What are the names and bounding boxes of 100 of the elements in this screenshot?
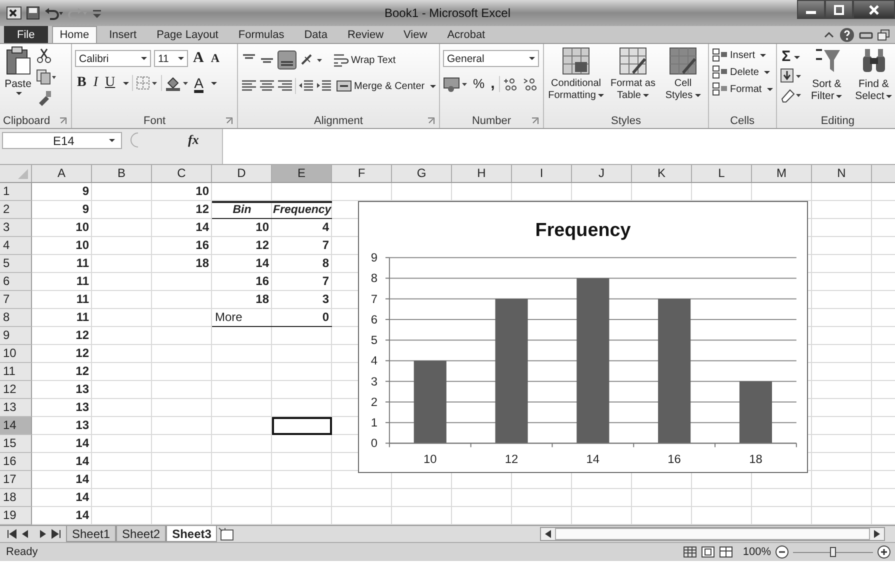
sheet-tab[interactable]: Sheet2 (116, 526, 166, 542)
caret-icon[interactable] (211, 82, 218, 84)
save-icon[interactable] (26, 6, 40, 20)
clipboard-icon (4, 46, 32, 76)
ribbon-tab[interactable]: Review (339, 26, 392, 43)
zoom-out-icon[interactable] (775, 545, 789, 559)
row-header[interactable]: 16 (0, 453, 32, 471)
horizontal-scrollbar[interactable] (540, 527, 885, 541)
formula-input[interactable] (223, 129, 895, 164)
page-layout-view-icon[interactable] (700, 546, 715, 558)
row-header[interactable]: 3 (0, 219, 32, 237)
undo-icon[interactable] (44, 6, 64, 20)
row-header[interactable]: 5 (0, 255, 32, 273)
restore-workbook-icon[interactable] (877, 28, 891, 40)
italic-button[interactable]: I (91, 75, 100, 91)
editing-button[interactable]: Find & Select (852, 46, 895, 102)
row-header[interactable]: 17 (0, 471, 32, 489)
ribbon-tab[interactable]: View (396, 26, 436, 43)
autosum-button[interactable]: Σ (780, 48, 802, 65)
ribbon-tab[interactable]: Page Layout (148, 26, 226, 43)
row-header[interactable]: 8 (0, 309, 32, 327)
normal-view-icon[interactable] (682, 546, 697, 558)
merge-center-button[interactable]: Merge & Center (336, 80, 436, 92)
row-header[interactable]: 4 (0, 237, 32, 255)
bottom-align-icon[interactable] (277, 50, 297, 70)
cells-button[interactable]: Delete (712, 65, 773, 79)
column-header[interactable]: E (272, 165, 332, 182)
row-header[interactable]: 18 (0, 489, 32, 507)
row-header[interactable]: 15 (0, 435, 32, 453)
row-header[interactable]: 13 (0, 399, 32, 417)
name-box[interactable]: E14 (2, 132, 122, 149)
minimize-button[interactable] (797, 0, 825, 19)
chart-area[interactable]: Frequency 0 12 3 4 5 6 7 8 9 10 12 14 16 18 (358, 201, 808, 473)
style-button[interactable]: Format as Table (608, 46, 658, 102)
minimize-icon (806, 11, 816, 14)
style-button[interactable]: Cell Styles (661, 46, 705, 102)
fill-icon[interactable] (780, 68, 802, 84)
cut-icon[interactable] (36, 48, 52, 64)
dialog-launcher-icon[interactable] (427, 117, 435, 125)
cells-button[interactable]: Format (712, 82, 773, 96)
sheet-tab[interactable]: Sheet3 (166, 526, 218, 542)
row-header[interactable]: 6 (0, 273, 32, 291)
number-format-field[interactable]: General (443, 50, 539, 67)
cells-button[interactable]: Insert (712, 48, 773, 62)
row-header[interactable]: 12 (0, 381, 32, 399)
close-button[interactable] (853, 0, 895, 19)
dialog-launcher-icon[interactable] (225, 117, 233, 125)
dialog-launcher-icon[interactable] (531, 117, 539, 125)
currency-icon[interactable] (443, 76, 469, 92)
editing-button[interactable]: Sort & Filter (804, 46, 849, 102)
ribbon-tab[interactable]: Home (52, 26, 98, 43)
caret-icon (529, 57, 535, 60)
row-header[interactable]: 14 (0, 417, 32, 435)
font-color-button[interactable]: A (192, 75, 206, 91)
copy-icon[interactable] (36, 69, 56, 85)
font-size-field[interactable]: 11 (154, 50, 188, 67)
shrink-font-button[interactable]: A (208, 51, 222, 66)
grow-font-button[interactable]: A (191, 50, 206, 67)
zoom-slider-thumb[interactable] (830, 547, 836, 557)
selected-cell[interactable] (272, 417, 332, 435)
caret-icon[interactable] (123, 82, 130, 84)
scroll-left-icon[interactable] (544, 529, 552, 539)
y-axis-label: 3 (370, 374, 378, 388)
eraser-icon[interactable] (780, 87, 802, 103)
zoom-level[interactable]: 100% (742, 546, 771, 558)
ribbon-tab[interactable]: Insert (101, 26, 145, 43)
insert-function-button[interactable]: fx (188, 132, 199, 148)
style-button[interactable]: Conditional Formatting (547, 46, 605, 102)
help-icon[interactable] (839, 26, 855, 42)
ribbon-tab[interactable]: Acrobat (439, 26, 494, 43)
maximize-button[interactable] (825, 0, 853, 19)
spreadsheet-icon[interactable] (6, 6, 22, 20)
underline-button[interactable]: U (103, 75, 118, 91)
paste-button[interactable]: Paste (3, 46, 33, 95)
file-tab[interactable]: File (4, 26, 48, 43)
zoom-in-icon[interactable] (877, 545, 891, 559)
row-header[interactable]: 10 (0, 345, 32, 363)
row-header[interactable]: 11 (0, 363, 32, 381)
wrap-text-button[interactable]: Wrap Text (333, 53, 396, 67)
caret-icon (760, 54, 766, 56)
borders-icon[interactable] (136, 75, 158, 91)
row-header[interactable]: 19 (0, 507, 32, 525)
dialog-launcher-icon[interactable] (59, 117, 67, 125)
scroll-thumb[interactable] (555, 528, 870, 540)
bold-button[interactable]: B (75, 75, 88, 91)
page-break-view-icon[interactable] (718, 546, 733, 558)
ribbon-tab[interactable]: Data (296, 26, 336, 43)
sheet-tab[interactable]: Sheet1 (66, 526, 116, 542)
table-cell-text: 10 (74, 237, 90, 254)
percent-button[interactable]: % (471, 76, 487, 91)
font-name-field[interactable]: Calibri (75, 50, 151, 67)
scroll-right-icon[interactable] (873, 529, 881, 539)
comma-button[interactable]: , (488, 75, 497, 92)
row-header[interactable]: 7 (0, 291, 32, 309)
row-header[interactable]: 1 (0, 183, 32, 201)
fill-color-icon[interactable] (165, 75, 190, 91)
table-grid-icon (668, 46, 698, 76)
row-header[interactable]: 2 (0, 201, 32, 219)
row-header[interactable]: 9 (0, 327, 32, 345)
ribbon-tab[interactable]: Formulas (230, 26, 292, 43)
